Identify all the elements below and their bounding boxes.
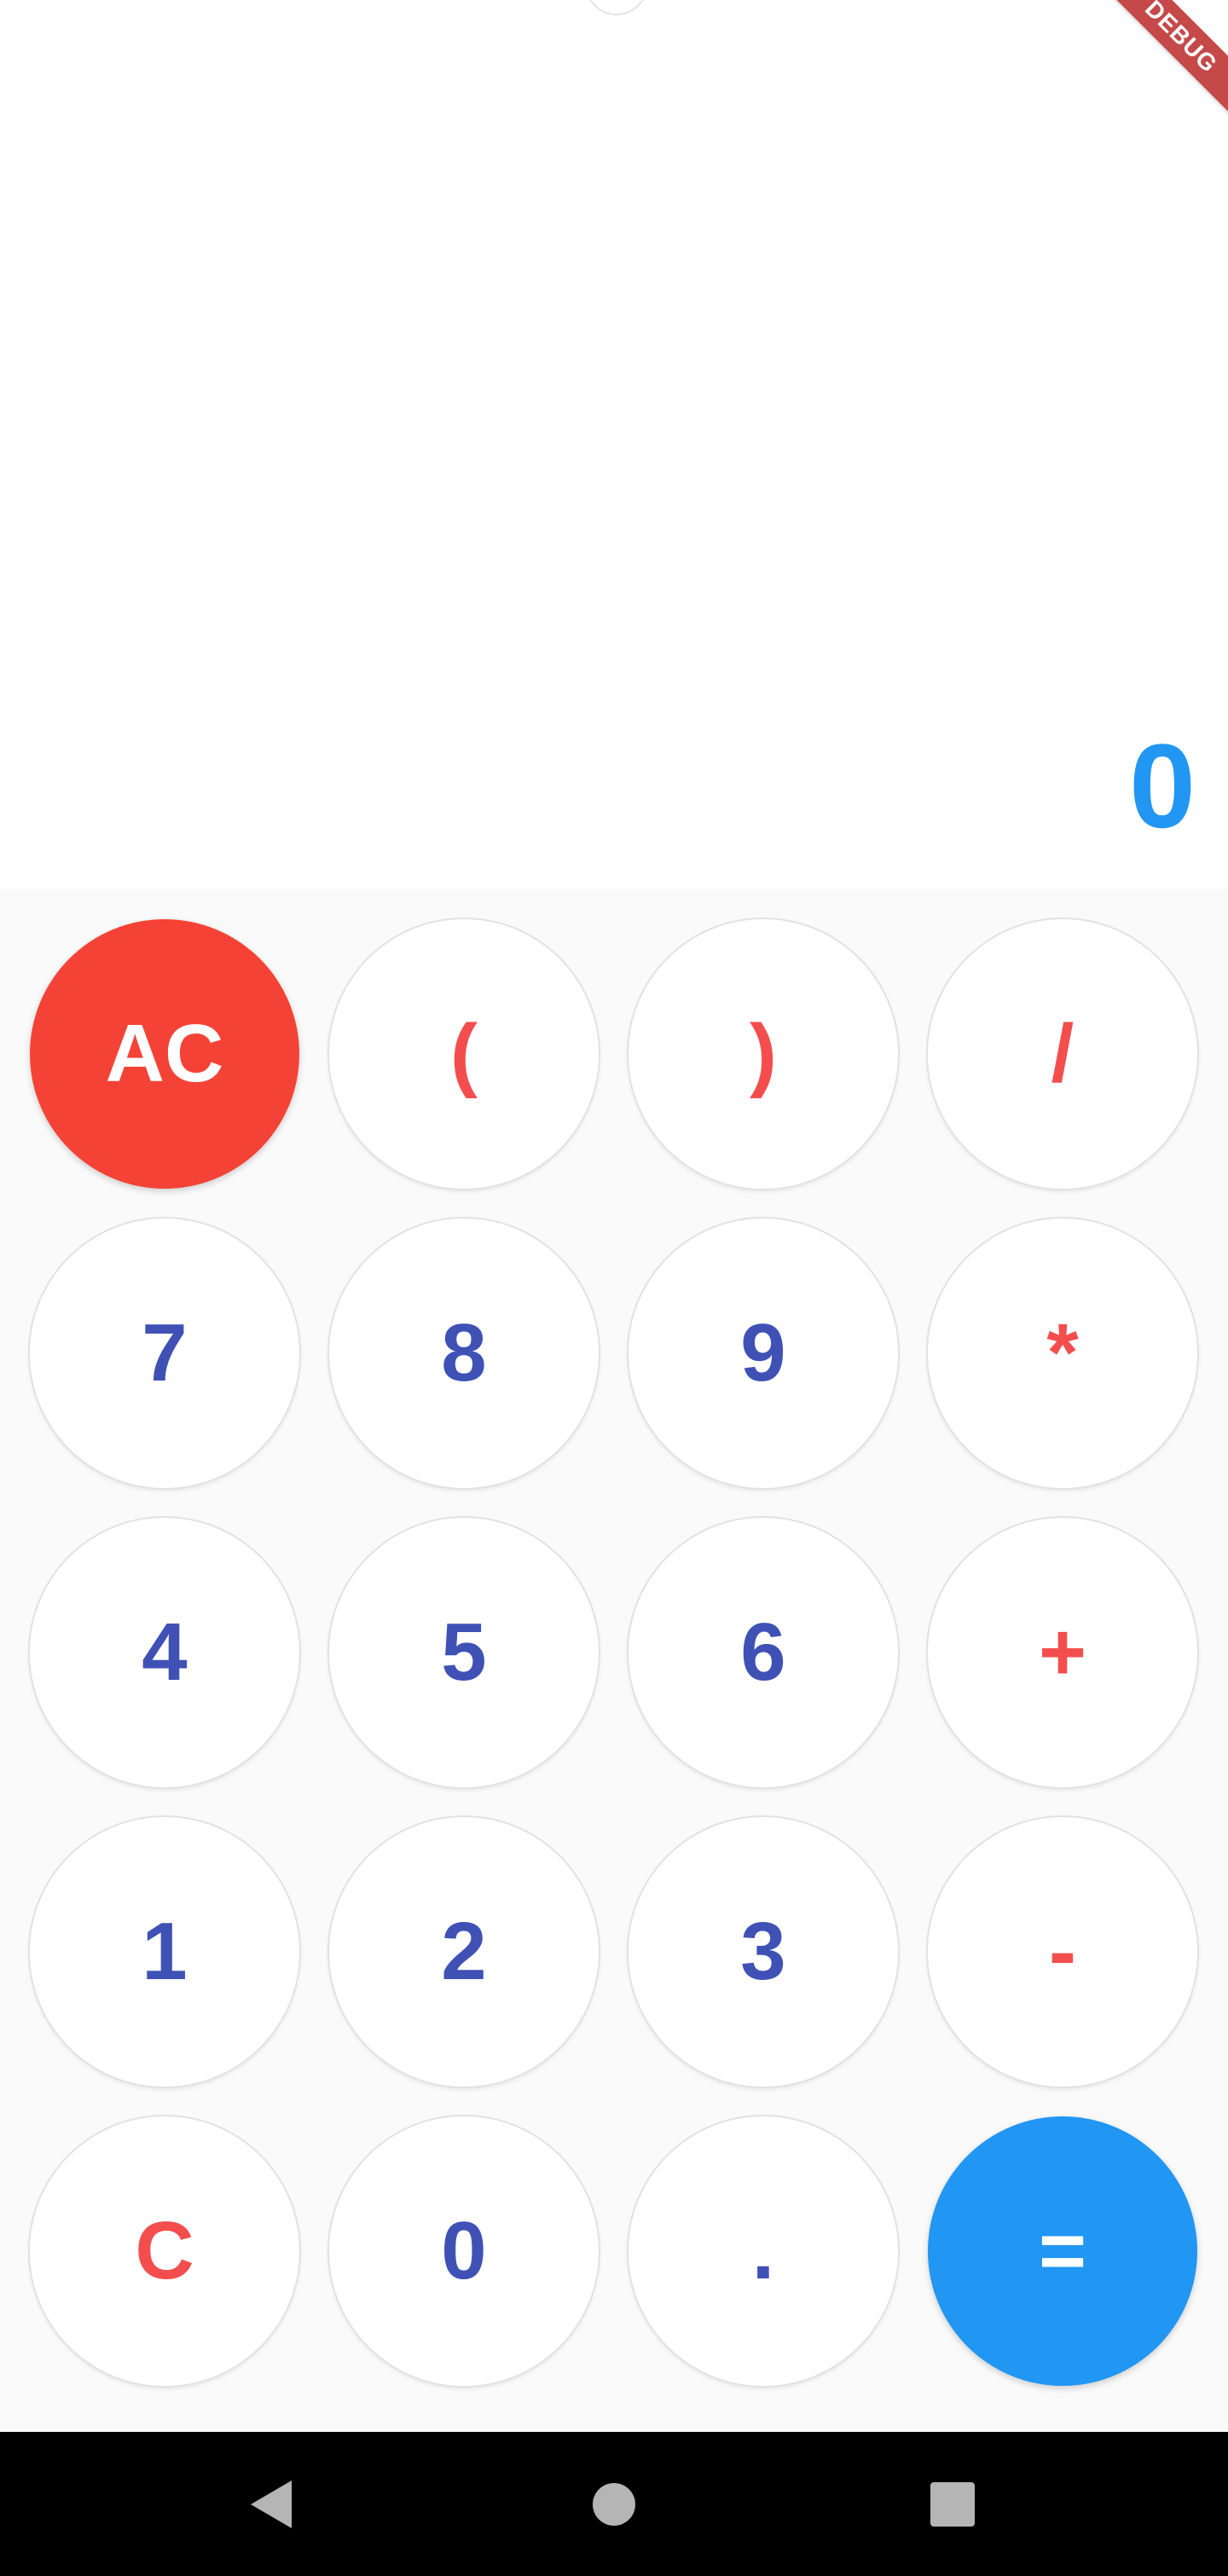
digit-1-button[interactable]: 1: [30, 1817, 299, 2087]
clear-all-button[interactable]: AC: [30, 919, 299, 1189]
camera-cutout: [585, 0, 648, 15]
clear-button[interactable]: C: [30, 2116, 299, 2386]
result-display: 0: [1129, 719, 1196, 853]
recents-square-icon: [930, 2481, 975, 2527]
digit-9-button[interactable]: 9: [628, 1219, 898, 1488]
nav-back-button[interactable]: [211, 2432, 331, 2576]
digit-2-button[interactable]: 2: [329, 1817, 599, 2087]
digit-8-button[interactable]: 8: [329, 1219, 599, 1488]
debug-banner: DEBUG: [1076, 0, 1228, 142]
digit-0-button[interactable]: 0: [329, 2116, 599, 2386]
home-circle-icon: [593, 2482, 635, 2526]
digit-4-button[interactable]: 4: [30, 1518, 299, 1787]
digit-7-button[interactable]: 7: [30, 1219, 299, 1488]
display-panel: DEBUG 0: [0, 0, 1228, 889]
decimal-point-button[interactable]: .: [628, 2116, 898, 2386]
nav-home-button[interactable]: [554, 2432, 674, 2576]
digit-3-button[interactable]: 3: [628, 1817, 898, 2087]
keypad: AC ( ) / 7 8 9 * 4 5 6 + 1 2 3 - C 0 . =: [0, 889, 1228, 2432]
calculator-screen: DEBUG 0 AC ( ) / 7 8 9 * 4 5 6 + 1 2 3 -…: [0, 0, 1228, 2576]
close-paren-button[interactable]: ): [628, 919, 898, 1189]
equals-button[interactable]: =: [928, 2116, 1197, 2386]
digit-5-button[interactable]: 5: [329, 1518, 599, 1787]
back-triangle-icon: [251, 2480, 292, 2528]
nav-recents-button[interactable]: [893, 2432, 1012, 2576]
minus-button[interactable]: -: [928, 1817, 1197, 2087]
plus-button[interactable]: +: [928, 1518, 1197, 1787]
multiply-button[interactable]: *: [928, 1219, 1197, 1488]
system-navigation-bar: [0, 2432, 1228, 2576]
divide-button[interactable]: /: [928, 919, 1197, 1189]
digit-6-button[interactable]: 6: [628, 1518, 898, 1787]
open-paren-button[interactable]: (: [329, 919, 599, 1189]
